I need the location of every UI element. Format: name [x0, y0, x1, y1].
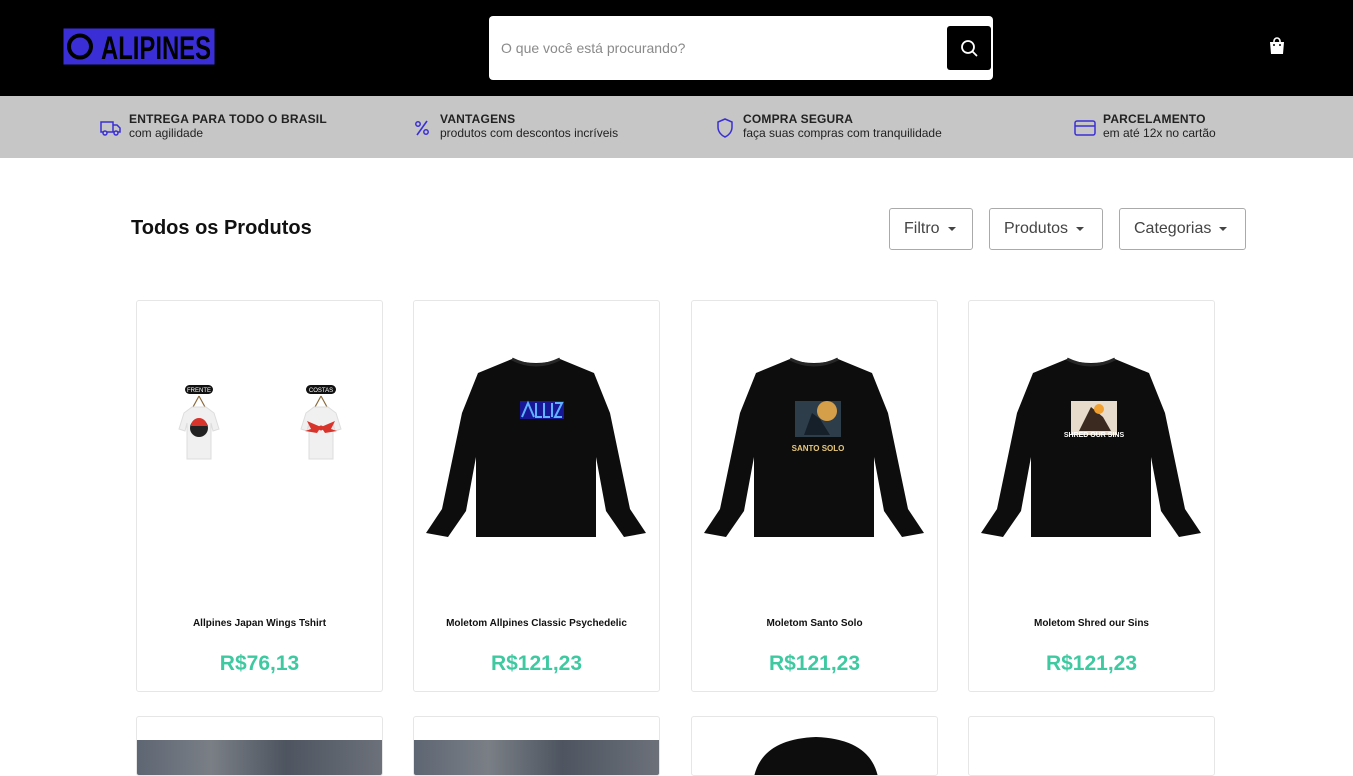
product-card[interactable] [413, 716, 660, 776]
caret-down-icon [1076, 227, 1085, 231]
benefit-secure: COMPRA SEGURA faça suas compras com tran… [713, 112, 942, 140]
product-card[interactable]: SANTO SOLO Moletom Santo Solo R$121,23 [691, 300, 938, 692]
cart-button[interactable] [1267, 36, 1287, 56]
products-dropdown[interactable]: Produtos [989, 208, 1103, 250]
benefit-advantages: VANTAGENS produtos com descontos incríve… [410, 112, 618, 140]
product-image [754, 737, 878, 775]
shopping-bag-icon [1270, 37, 1284, 54]
tag-front: FRENTE [187, 388, 211, 394]
site-header: ALIPINES [0, 0, 1353, 96]
benefit-installments: PARCELAMENTO em até 12x no cartão [1073, 112, 1216, 140]
dropdown-label: Filtro [904, 220, 940, 237]
search-icon [961, 40, 978, 57]
product-card[interactable] [691, 716, 938, 776]
benefit-delivery: ENTREGA PARA TODO O BRASIL com agilidade [99, 112, 327, 140]
search-button[interactable] [947, 26, 991, 70]
product-name: Moletom Allpines Classic Psychedelic [446, 618, 627, 629]
product-card[interactable] [968, 716, 1215, 776]
dropdown-label: Categorias [1134, 220, 1212, 237]
filter-dropdown[interactable]: Filtro [889, 208, 973, 250]
benefit-title: VANTAGENS [440, 112, 516, 126]
truck-icon [100, 121, 121, 136]
product-name: Moletom Shred our Sins [1033, 618, 1149, 629]
search-input[interactable] [489, 16, 939, 80]
product-name: Moletom Santo Solo [766, 618, 863, 629]
product-card[interactable] [136, 716, 383, 776]
product-image [414, 740, 659, 775]
logo-text: ALIPINES [101, 30, 211, 65]
print-text: SHRED OUR SINS [1064, 432, 1125, 439]
product-card[interactable]: FRENTE COSTAS Allpines Japan Wings Tshir… [136, 300, 383, 692]
product-price: R$121,23 [1045, 652, 1138, 675]
shield-icon [717, 118, 733, 138]
caret-down-icon [1219, 227, 1228, 231]
tag-back: COSTAS [309, 388, 333, 394]
caret-down-icon [947, 227, 956, 231]
product-image: FRENTE COSTAS [178, 385, 342, 460]
benefit-subtitle: com agilidade [129, 126, 204, 140]
categories-dropdown[interactable]: Categorias [1119, 208, 1246, 250]
credit-card-icon [1074, 120, 1096, 136]
page-title: Todos os Produtos [131, 217, 312, 239]
product-image: SANTO SOLO [704, 357, 924, 537]
benefit-subtitle: faça suas compras com tranquilidade [743, 126, 942, 140]
product-price: R$121,23 [768, 652, 861, 675]
percent-icon [415, 120, 429, 136]
brand-logo[interactable]: ALIPINES [63, 28, 215, 65]
product-image: SHRED OUR SINS [981, 357, 1201, 537]
print-text: SANTO SOLO [792, 444, 845, 453]
benefit-subtitle: produtos com descontos incríveis [440, 126, 619, 140]
search-bar [489, 16, 993, 80]
benefit-subtitle: em até 12x no cartão [1103, 126, 1216, 140]
dropdown-label: Produtos [1004, 220, 1069, 237]
product-image [137, 740, 382, 775]
product-card[interactable]: Moletom Allpines Classic Psychedelic R$1… [413, 300, 660, 692]
product-card[interactable]: SHRED OUR SINS Moletom Shred our Sins R$… [968, 300, 1215, 692]
benefit-title: PARCELAMENTO [1103, 112, 1206, 126]
benefit-title: ENTREGA PARA TODO O BRASIL [129, 112, 327, 126]
product-price: R$76,13 [219, 652, 300, 675]
product-image [426, 357, 646, 537]
benefits-bar: ENTREGA PARA TODO O BRASIL com agilidade… [0, 96, 1353, 158]
product-price: R$121,23 [490, 652, 583, 675]
product-name: Allpines Japan Wings Tshirt [192, 618, 327, 629]
benefit-title: COMPRA SEGURA [743, 112, 854, 126]
